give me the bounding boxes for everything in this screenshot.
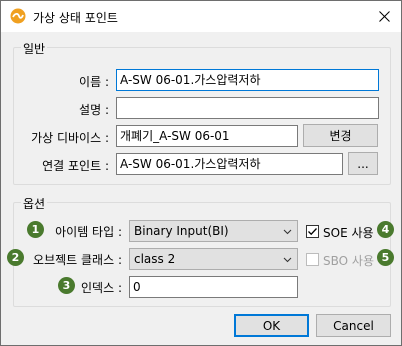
change-button[interactable]: 변경 [303, 124, 378, 147]
object-class-label: 오브젝트 클래스 : [33, 253, 122, 267]
index-label: 인덱스 : [81, 281, 122, 295]
name-input[interactable]: A-SW 06-01.가스압력저하 [116, 69, 379, 91]
sbo-checkbox[interactable] [306, 253, 319, 266]
badge-5: 5 [377, 249, 394, 266]
description-input[interactable] [116, 97, 379, 119]
ok-button[interactable]: OK [234, 314, 309, 337]
badge-2: 2 [7, 249, 24, 266]
app-icon [10, 8, 26, 24]
link-point-input[interactable]: A-SW 06-01.가스압력저하 [116, 153, 343, 175]
sbo-label[interactable]: SBO 사용 [323, 252, 374, 269]
item-type-value: Binary Input(BI) [134, 224, 229, 238]
virtual-device-input[interactable]: 개폐기_A-SW 06-01 [116, 125, 298, 147]
browse-button[interactable]: ... [348, 152, 378, 175]
chevron-down-icon [283, 257, 292, 263]
window-title: 가상 상태 포인트 [33, 11, 118, 25]
badge-1: 1 [27, 221, 44, 238]
close-icon [378, 11, 390, 22]
soe-label[interactable]: SOE 사용 [323, 224, 374, 241]
link-point-label: 연결 포인트 : [42, 159, 109, 173]
options-group-label: 옵션 [21, 195, 48, 212]
name-label: 이름 : [79, 75, 109, 89]
close-button[interactable] [367, 1, 401, 32]
general-group-label: 일반 [21, 40, 48, 57]
chevron-down-icon [283, 229, 292, 235]
cancel-button[interactable]: Cancel [316, 314, 391, 337]
checkmark-icon [308, 228, 317, 236]
title-bar: 가상 상태 포인트 [1, 1, 401, 32]
item-type-label: 아이템 타입 : [55, 225, 122, 239]
virtual-device-label: 가상 디바이스 : [31, 131, 109, 145]
description-label: 설명 : [79, 103, 109, 117]
object-class-value: class 2 [134, 252, 176, 266]
item-type-select[interactable]: Binary Input(BI) [129, 220, 298, 242]
dialog-window: 가상 상태 포인트 일반 이름 : A-SW 06-01.가스압력저하 설명 :… [0, 0, 402, 346]
badge-4: 4 [377, 221, 394, 238]
object-class-select[interactable]: class 2 [129, 248, 298, 270]
index-input[interactable]: 0 [129, 276, 298, 298]
badge-3: 3 [58, 277, 75, 294]
soe-checkbox[interactable] [306, 225, 319, 238]
